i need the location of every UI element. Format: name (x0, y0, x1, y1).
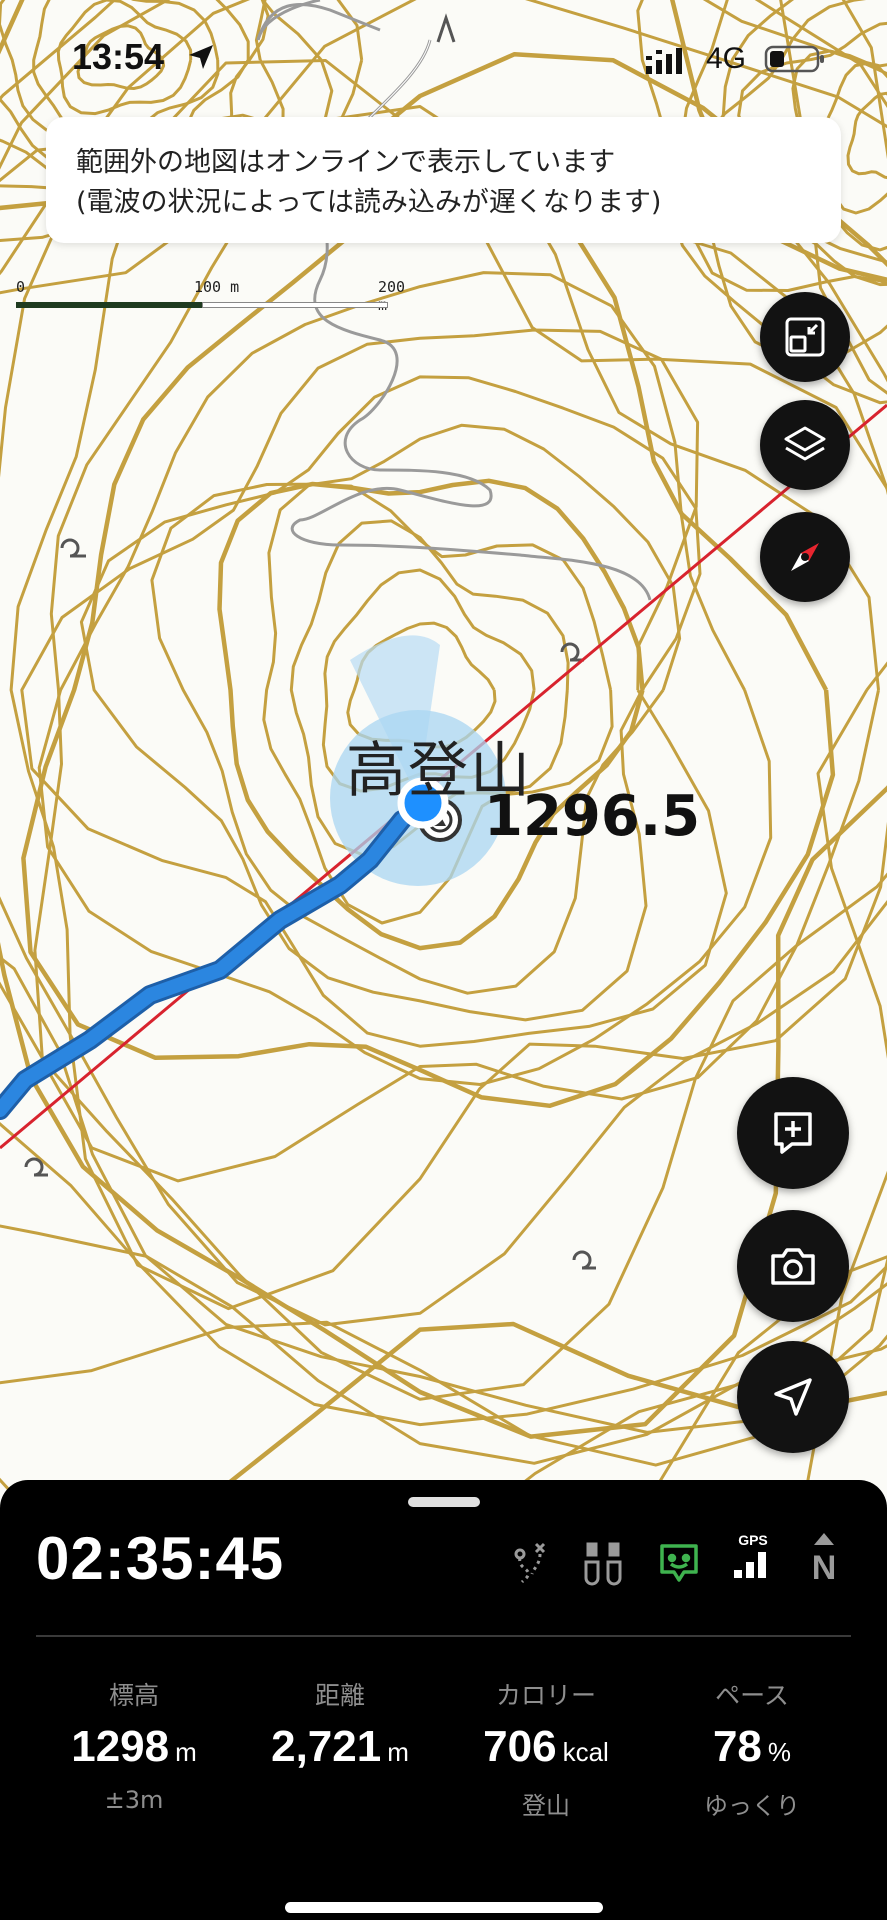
home-indicator[interactable] (285, 1902, 603, 1913)
fullscreen-toggle-icon (785, 317, 825, 357)
scale-tick-100: 100 m (194, 278, 240, 296)
layers-button[interactable] (760, 400, 850, 490)
elapsed-timer: 02:35:45 (36, 1525, 285, 1592)
battery-icon (764, 45, 824, 73)
locate-me-button[interactable] (737, 1341, 849, 1453)
location-services-icon (189, 45, 213, 69)
north-up-toggle[interactable]: N (806, 1532, 842, 1587)
stat-elevation: 標高 1298 m ±3m (34, 1676, 234, 1818)
stat-value: 1298 (71, 1722, 170, 1771)
stat-subtext: 登山 (522, 1792, 570, 1820)
route-guide-icon[interactable] (508, 1540, 552, 1586)
stat-unit: m (387, 1737, 409, 1767)
layers-icon (784, 426, 826, 461)
stat-label: 距離 (314, 1681, 365, 1710)
map-scale: 0 100 m 200 m (16, 276, 405, 316)
status-bar: 13:54 4G (0, 0, 887, 110)
stat-pace: ペース 78% ゆっくり (652, 1676, 852, 1820)
stat-label: 標高 (108, 1681, 159, 1710)
peak-elevation-label: 1296.5 (484, 784, 701, 849)
clock: 13:54 (72, 36, 165, 77)
stat-unit: % (767, 1737, 792, 1767)
north-arrow-icon (814, 1533, 834, 1545)
notice-line-2: (電波の状況によっては読み込みが遅くなります) (76, 187, 662, 218)
stat-value: 78 (712, 1722, 762, 1771)
north-label: N (811, 1549, 837, 1587)
scale-bar-segment-1 (16, 302, 202, 308)
notice-line-1: 範囲外の地図はオンラインで表示しています (76, 147, 616, 178)
add-note-button[interactable] (737, 1077, 849, 1189)
gps-signal-indicator: GPS (730, 1532, 776, 1582)
add-note-icon (774, 1112, 812, 1154)
stat-value: 706 (483, 1722, 557, 1771)
companion-icon[interactable] (582, 1540, 626, 1586)
compass-icon (791, 543, 819, 571)
scale-tick-0: 0 (16, 278, 26, 296)
stat-unit: kcal (562, 1737, 609, 1767)
stat-value: 2,721 (271, 1722, 382, 1771)
scale-tick-200: 200 m (378, 278, 406, 314)
stat-unit: m (175, 1737, 197, 1767)
network-type: 4G (706, 42, 747, 75)
panel-divider (36, 1635, 851, 1637)
stat-calories: カロリー 706 kcal 登山 (446, 1676, 646, 1820)
scale-bar-segment-2 (202, 302, 388, 308)
gps-signal-bars-icon (734, 1552, 766, 1578)
stat-label: ペース (715, 1681, 789, 1710)
activity-panel[interactable]: 02:35:45 GPS N 標高 1298 m ±3m 距離 2,721 m … (0, 1480, 887, 1920)
stat-label: カロリー (495, 1681, 596, 1710)
locate-me-icon (774, 1378, 812, 1416)
stat-subtext: ゆっくり (704, 1792, 800, 1820)
stat-distance: 距離 2,721 m (240, 1676, 440, 1818)
offline-map-notice: 範囲外の地図はオンラインで表示しています (電波の状況によっては読み込みが遅くな… (46, 117, 841, 243)
cellular-signal-icon (646, 48, 682, 74)
camera-button[interactable] (737, 1210, 849, 1322)
safety-status-icon[interactable] (656, 1540, 702, 1586)
fullscreen-toggle-button[interactable] (760, 292, 850, 382)
panel-drag-handle[interactable] (408, 1497, 480, 1507)
stat-subtext: ±3m (104, 1786, 164, 1814)
camera-icon (771, 1248, 815, 1285)
gps-label: GPS (738, 1532, 768, 1548)
stat-subtext (240, 1786, 440, 1818)
compass-button[interactable] (760, 512, 850, 602)
